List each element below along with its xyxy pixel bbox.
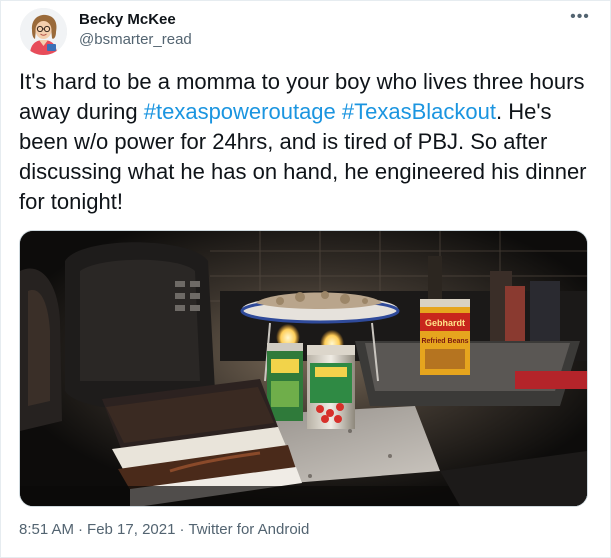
display-name[interactable]: Becky McKee — [79, 11, 176, 28]
more-options-icon[interactable]: ••• — [568, 9, 592, 25]
tweet-photo[interactable]: Gebhardt Refried Beans — [19, 230, 588, 507]
candle-cooking-photo: Gebhardt Refried Beans — [20, 231, 587, 506]
beans-product-label: Refried Beans — [421, 338, 468, 345]
tweet-footer: 8:51 AM · Feb 17, 2021 · Twitter for Android — [19, 521, 309, 538]
hashtag-texasblackout[interactable]: #TexasBlackout — [342, 99, 496, 124]
tweet-time[interactable]: 8:51 AM — [19, 521, 74, 538]
footer-separator: · — [78, 521, 84, 538]
tweet-card: Becky McKee @bsmarter_read ••• It's hard… — [0, 0, 611, 558]
cartoon-woman-avatar-icon — [20, 8, 67, 55]
footer-separator: · — [179, 521, 185, 538]
beans-brand-label: Gebhardt — [425, 318, 465, 328]
hashtag-texaspoweroutage[interactable]: #texaspoweroutage — [144, 99, 336, 124]
tweet-date[interactable]: Feb 17, 2021 — [87, 521, 175, 538]
tweet-text: It's hard to be a momma to your boy who … — [19, 67, 599, 217]
tweet-source[interactable]: Twitter for Android — [188, 521, 309, 538]
tweet-header: Becky McKee @bsmarter_read ••• — [1, 1, 610, 61]
user-handle[interactable]: @bsmarter_read — [79, 31, 192, 48]
avatar[interactable] — [20, 8, 67, 55]
